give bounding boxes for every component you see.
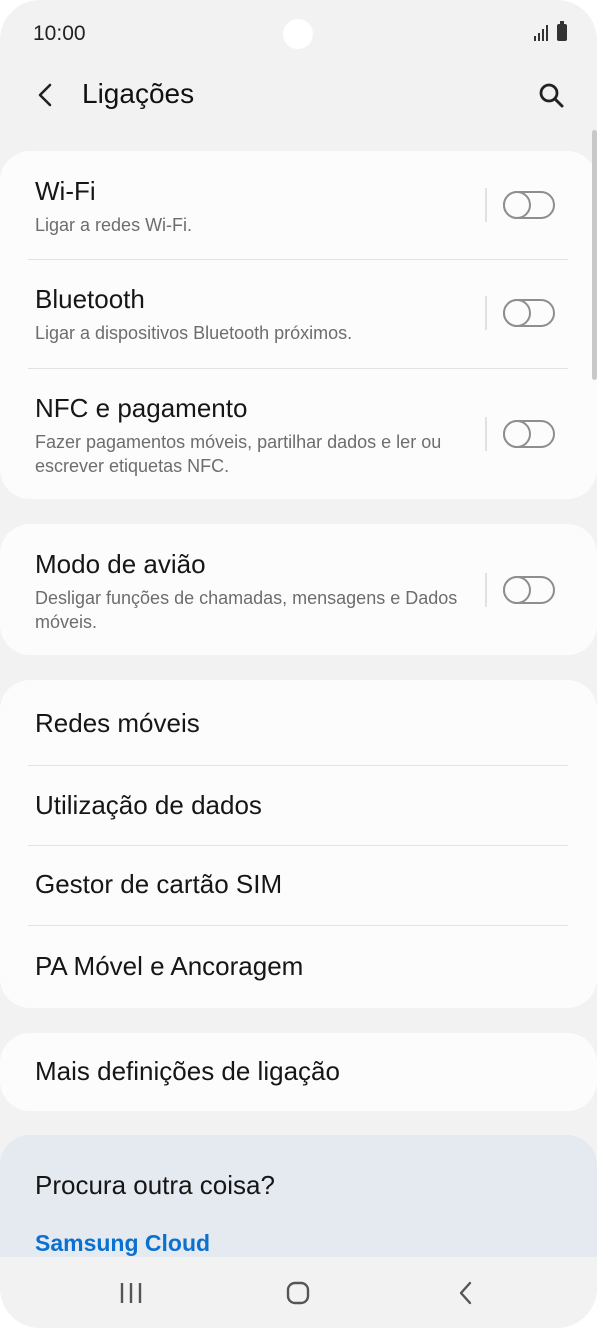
- list-item-mobile-networks[interactable]: Redes móveis: [0, 680, 597, 765]
- nav-back-button[interactable]: [442, 1273, 490, 1313]
- status-bar: 10:00: [0, 0, 597, 70]
- list-item-hotspot-tethering[interactable]: PA Móvel e Ancoragem: [0, 926, 597, 1008]
- separator: [485, 296, 487, 330]
- recents-icon: [120, 1283, 142, 1303]
- wifi-title: Wi-Fi: [35, 176, 96, 206]
- status-time: 10:00: [33, 22, 86, 45]
- list-item-label: Redes móveis: [35, 708, 200, 738]
- samsung-cloud-link[interactable]: Samsung Cloud: [35, 1230, 210, 1257]
- airplane-card: Modo de avião Desligar funções de chamad…: [0, 524, 597, 655]
- bluetooth-title: Bluetooth: [35, 284, 145, 314]
- search-icon: [539, 83, 564, 108]
- battery-icon: [557, 21, 567, 41]
- airplane-row[interactable]: Modo de avião Desligar funções de chamad…: [0, 524, 597, 655]
- navigation-bar: [0, 1257, 597, 1328]
- search-button[interactable]: [533, 77, 569, 113]
- connections-card: Wi-Fi Ligar a redes Wi-Fi. Bluetooth Lig…: [0, 151, 597, 499]
- phone-screen: 10:00 Ligações Wi-Fi Ligar a redes Wi-Fi…: [0, 0, 597, 1328]
- wifi-row[interactable]: Wi-Fi Ligar a redes Wi-Fi.: [0, 151, 597, 259]
- airplane-subtitle: Desligar funções de chamadas, mensagens …: [35, 588, 458, 632]
- separator: [485, 417, 487, 451]
- nfc-toggle[interactable]: [503, 420, 555, 448]
- list-item-label: Mais definições de ligação: [35, 1056, 340, 1086]
- wifi-toggle[interactable]: [503, 191, 555, 219]
- nfc-title: NFC e pagamento: [35, 393, 248, 423]
- home-button[interactable]: [274, 1273, 322, 1313]
- back-icon: [459, 1281, 472, 1305]
- more-settings-card: Mais definições de ligação: [0, 1033, 597, 1111]
- list-item-data-usage[interactable]: Utilização de dados: [0, 766, 597, 845]
- airplane-toggle[interactable]: [503, 576, 555, 604]
- separator: [485, 573, 487, 607]
- chevron-left-icon: [38, 83, 52, 107]
- list-item-label: Gestor de cartão SIM: [35, 869, 283, 899]
- list-item-label: Utilização de dados: [35, 790, 262, 820]
- status-icons: [534, 21, 567, 41]
- network-card: Redes móveis Utilização de dados Gestor …: [0, 680, 597, 1008]
- list-item-label: PA Móvel e Ancoragem: [35, 951, 304, 981]
- nfc-subtitle: Fazer pagamentos móveis, partilhar dados…: [35, 432, 442, 476]
- app-header: Ligações: [0, 70, 597, 140]
- front-camera: [283, 19, 313, 49]
- suggestions-title: Procura outra coisa?: [35, 1170, 275, 1200]
- bluetooth-row[interactable]: Bluetooth Ligar a dispositivos Bluetooth…: [0, 260, 597, 368]
- signal-icon: [534, 23, 548, 41]
- more-connection-settings[interactable]: Mais definições de ligação: [0, 1033, 597, 1111]
- home-icon: [286, 1281, 310, 1305]
- bluetooth-toggle[interactable]: [503, 299, 555, 327]
- wifi-subtitle: Ligar a redes Wi-Fi.: [35, 215, 193, 235]
- page-title: Ligações: [82, 78, 195, 109]
- separator: [485, 188, 487, 222]
- back-button[interactable]: [30, 78, 64, 112]
- bluetooth-subtitle: Ligar a dispositivos Bluetooth próximos.: [35, 323, 353, 343]
- recents-button[interactable]: [107, 1273, 155, 1313]
- nfc-row[interactable]: NFC e pagamento Fazer pagamentos móveis,…: [0, 369, 597, 499]
- list-item-sim-manager[interactable]: Gestor de cartão SIM: [0, 846, 597, 925]
- scrollbar[interactable]: [592, 130, 597, 380]
- airplane-title: Modo de avião: [35, 549, 206, 579]
